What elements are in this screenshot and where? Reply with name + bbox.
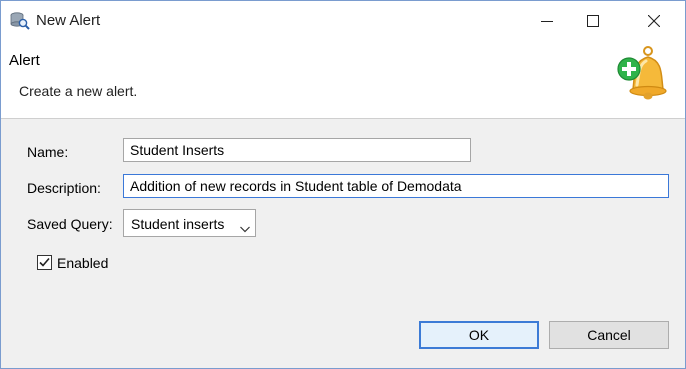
title-bar[interactable]: New Alert bbox=[1, 1, 685, 41]
minimize-button[interactable] bbox=[524, 1, 570, 41]
bell-add-icon bbox=[615, 45, 673, 107]
minimize-icon bbox=[541, 21, 553, 22]
checkmark-icon bbox=[39, 257, 50, 267]
maximize-icon bbox=[587, 15, 599, 27]
window-title: New Alert bbox=[36, 12, 101, 29]
saved-query-label: Saved Query: bbox=[27, 216, 113, 232]
close-icon bbox=[648, 15, 660, 27]
description-label: Description: bbox=[27, 180, 101, 196]
cancel-button[interactable]: Cancel bbox=[549, 321, 669, 349]
page-description: Create a new alert. bbox=[19, 83, 138, 99]
new-alert-dialog: New Alert Alert Create a new alert. Name… bbox=[0, 0, 686, 369]
saved-query-value: Student inserts bbox=[131, 216, 225, 232]
enabled-label[interactable]: Enabled bbox=[57, 255, 108, 271]
maximize-button[interactable] bbox=[570, 1, 616, 41]
page-title: Alert bbox=[9, 52, 40, 69]
header-banner: Alert Create a new alert. bbox=[1, 41, 685, 119]
description-field[interactable] bbox=[123, 174, 669, 198]
saved-query-select[interactable]: Student inserts bbox=[123, 209, 256, 237]
ok-button[interactable]: OK bbox=[419, 321, 539, 349]
close-button[interactable] bbox=[631, 1, 677, 41]
chevron-down-icon bbox=[240, 220, 250, 236]
name-label: Name: bbox=[27, 144, 69, 160]
enabled-checkbox[interactable] bbox=[37, 255, 52, 270]
name-field[interactable] bbox=[123, 138, 471, 162]
database-search-icon bbox=[10, 12, 30, 30]
